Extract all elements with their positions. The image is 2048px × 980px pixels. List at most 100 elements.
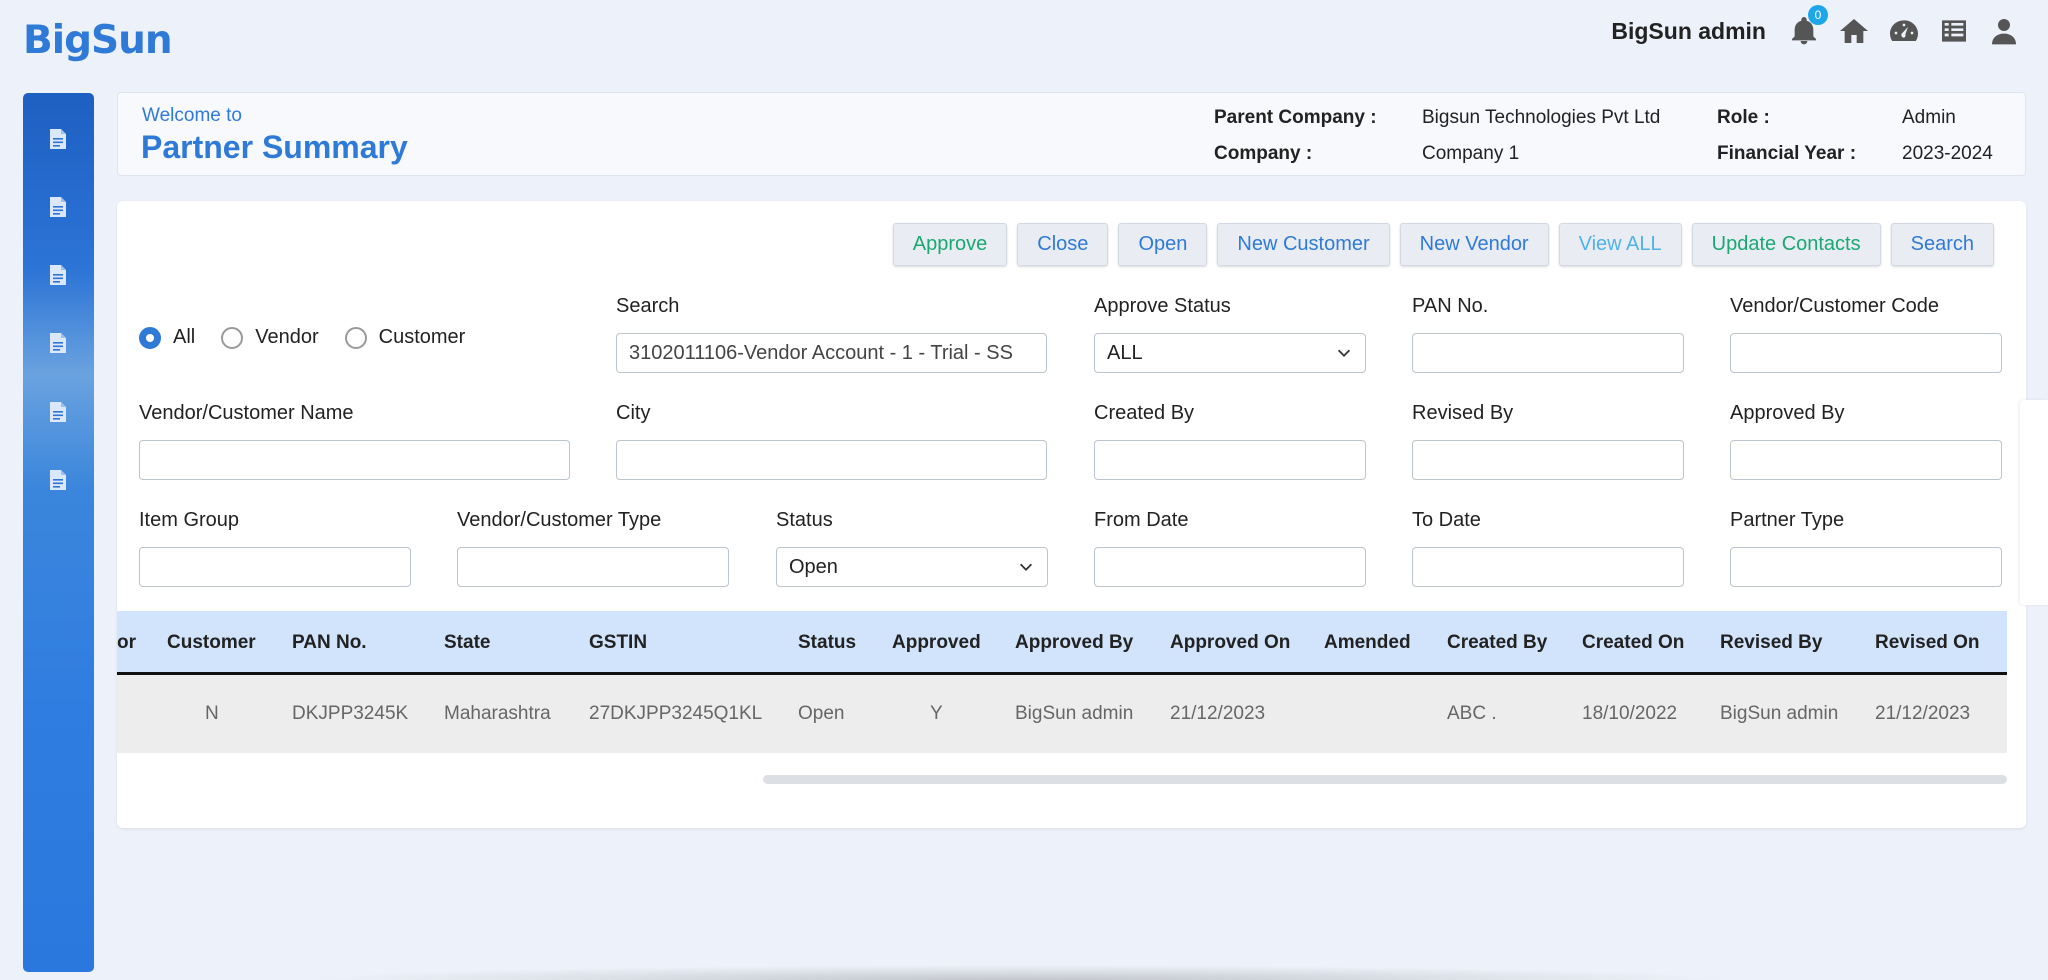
search-label: Search	[616, 295, 680, 317]
radio-all[interactable]: All	[139, 326, 195, 349]
radio-all-label: All	[173, 326, 196, 348]
bottom-shadow	[300, 965, 1740, 980]
radio-customer-indicator[interactable]	[344, 326, 367, 349]
horizontal-scrollbar[interactable]	[763, 775, 2007, 784]
list-icon[interactable]	[1936, 13, 1972, 49]
document-icon	[50, 197, 66, 217]
close-button[interactable]: Close	[1017, 223, 1109, 266]
sidebar-item-4[interactable]	[46, 330, 70, 356]
status-label: Status	[776, 509, 833, 531]
table-row[interactable]: N DKJPP3245K Maharashtra 27DKJPP3245Q1KL…	[117, 675, 2007, 753]
table-cell: Open	[798, 703, 845, 724]
column-header[interactable]: or	[117, 632, 136, 654]
update-contacts-button[interactable]: Update Contacts	[1691, 223, 1881, 266]
view-all-button[interactable]: View ALL	[1558, 223, 1682, 266]
column-header[interactable]: GSTIN	[589, 632, 647, 654]
financial-year-label: Financial Year :	[1717, 143, 1857, 164]
item-group-label: Item Group	[139, 509, 240, 531]
radio-customer[interactable]: Customer	[344, 326, 466, 349]
city-input[interactable]	[616, 440, 1047, 480]
approve-status-label: Approve Status	[1094, 295, 1231, 317]
column-header[interactable]: PAN No.	[292, 632, 367, 654]
partner-summary-panel: Approve Close Open New Customer New Vend…	[117, 201, 2026, 828]
sidebar-item-1[interactable]	[46, 126, 70, 152]
search-input[interactable]: 3102011106-Vendor Account - 1 - Trial - …	[616, 333, 1047, 373]
name-input[interactable]	[139, 440, 570, 480]
approved-by-input[interactable]	[1730, 440, 2002, 480]
sidebar-item-3[interactable]	[46, 262, 70, 288]
table-cell: ABC .	[1447, 703, 1497, 724]
column-header[interactable]: Customer	[167, 632, 256, 654]
topbar: BigSun admin 0	[1611, 5, 2022, 52]
table-cell: Maharashtra	[444, 703, 551, 724]
approve-status-select[interactable]: ALL	[1094, 333, 1366, 373]
type-input[interactable]	[457, 547, 729, 587]
status-select[interactable]: Open	[776, 547, 1048, 587]
table-cell: DKJPP3245K	[292, 703, 409, 724]
column-header[interactable]: Approved By	[1015, 632, 1133, 654]
document-icon	[50, 470, 66, 490]
column-header[interactable]: Approved On	[1170, 632, 1290, 654]
table-cell: Y	[930, 703, 943, 724]
column-header[interactable]: Revised On	[1875, 632, 1980, 654]
document-icon	[50, 129, 66, 149]
search-button[interactable]: Search	[1890, 223, 1994, 266]
document-icon	[50, 333, 66, 353]
sidebar-item-2[interactable]	[46, 194, 70, 220]
table-cell: 21/12/2023	[1875, 703, 1971, 724]
open-button[interactable]: Open	[1118, 223, 1208, 266]
column-header[interactable]: Created On	[1582, 632, 1684, 654]
bell-icon[interactable]: 0	[1786, 5, 1828, 49]
table-cell: 27DKJPP3245Q1KL	[589, 703, 763, 724]
to-date-input[interactable]	[1412, 547, 1684, 587]
column-header[interactable]: Status	[798, 632, 856, 654]
sidebar-item-5[interactable]	[46, 399, 70, 425]
document-icon	[50, 402, 66, 422]
column-header[interactable]: Created By	[1447, 632, 1547, 654]
role-label: Role :	[1717, 107, 1770, 128]
name-label: Vendor/Customer Name	[139, 402, 354, 424]
created-by-label: Created By	[1094, 402, 1195, 424]
revised-by-input[interactable]	[1412, 440, 1684, 480]
created-by-input[interactable]	[1094, 440, 1366, 480]
user-name[interactable]: BigSun admin	[1611, 18, 1766, 45]
home-icon[interactable]	[1836, 13, 1872, 49]
column-header[interactable]: Revised By	[1720, 632, 1822, 654]
user-icon[interactable]	[1986, 13, 2022, 49]
radio-all-indicator[interactable]	[139, 326, 161, 349]
notification-badge: 0	[1808, 5, 1828, 25]
partner-type-input[interactable]	[1730, 547, 2002, 587]
dashboard-icon[interactable]	[1886, 13, 1922, 49]
column-header[interactable]: Approved	[892, 632, 981, 654]
from-date-input[interactable]	[1094, 547, 1366, 587]
type-label: Vendor/Customer Type	[457, 509, 662, 531]
page-header: Welcome to Partner Summary Parent Compan…	[117, 92, 2026, 176]
radio-vendor-indicator[interactable]	[221, 326, 244, 349]
code-label: Vendor/Customer Code	[1730, 295, 1940, 317]
financial-year-value: 2023-2024	[1902, 143, 1993, 164]
code-input[interactable]	[1730, 333, 2002, 373]
to-date-label: To Date	[1412, 509, 1481, 531]
document-icon	[50, 265, 66, 285]
table-cell: 18/10/2022	[1582, 703, 1678, 724]
welcome-text: Welcome to	[142, 105, 242, 126]
app-logo[interactable]: BigSun	[23, 18, 173, 63]
radio-vendor-label: Vendor	[255, 326, 319, 348]
partner-type-label: Partner Type	[1730, 509, 1845, 531]
table-header: or Customer PAN No. State GSTIN Status A…	[117, 611, 2007, 675]
sidebar-item-6[interactable]	[46, 467, 70, 493]
radio-vendor[interactable]: Vendor	[221, 326, 319, 349]
table-cell: BigSun admin	[1015, 703, 1134, 724]
from-date-label: From Date	[1094, 509, 1189, 531]
column-header[interactable]: State	[444, 632, 490, 654]
column-header[interactable]: Amended	[1324, 632, 1411, 654]
table-cell: N	[205, 703, 219, 724]
pan-no-input[interactable]	[1412, 333, 1684, 373]
action-toolbar: Approve Close Open New Customer New Vend…	[892, 223, 1994, 266]
approve-button[interactable]: Approve	[892, 223, 1008, 266]
radio-customer-label: Customer	[378, 326, 466, 348]
new-vendor-button[interactable]: New Vendor	[1399, 223, 1549, 266]
side-panel-tab[interactable]	[2020, 400, 2048, 605]
item-group-input[interactable]	[139, 547, 411, 587]
new-customer-button[interactable]: New Customer	[1217, 223, 1390, 266]
